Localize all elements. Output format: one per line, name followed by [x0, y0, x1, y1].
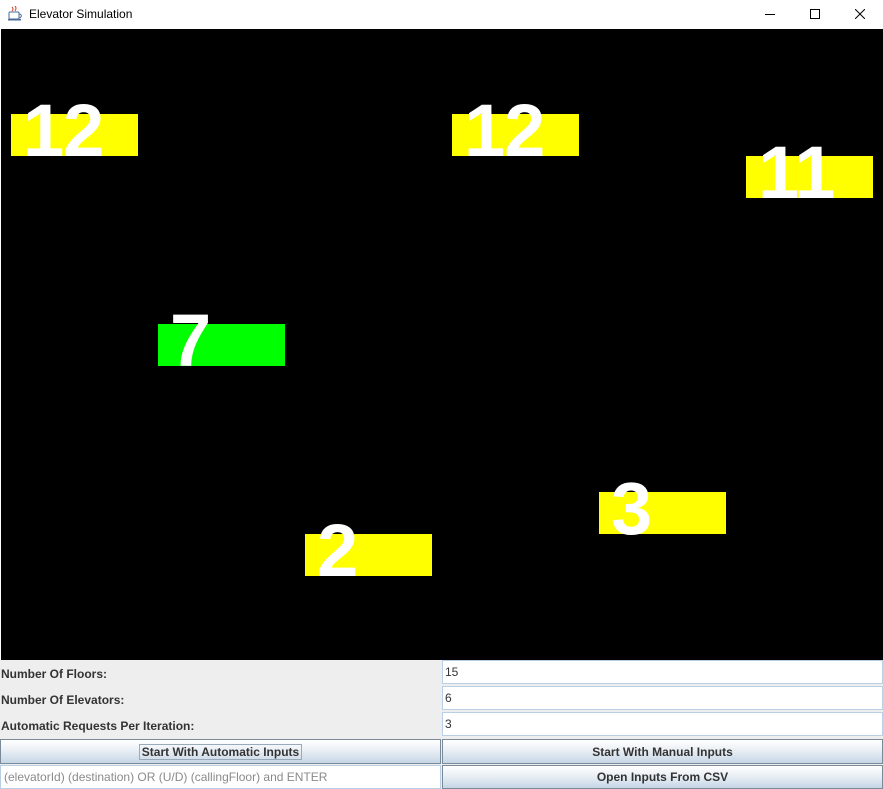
window-titlebar: Elevator Simulation — [0, 0, 883, 28]
minimize-button[interactable] — [747, 0, 793, 28]
requests-label: Automatic Requests Per Iteration: — [1, 719, 195, 733]
elevator-floor-number-3: 2 — [317, 509, 358, 592]
minimize-icon — [765, 14, 775, 15]
window-title: Elevator Simulation — [29, 7, 133, 21]
java-cup-icon — [8, 5, 22, 21]
elevators-label: Number Of Elevators: — [1, 693, 125, 707]
floors-label: Number Of Floors: — [1, 667, 108, 681]
elevator-floor-number-2: 7 — [170, 299, 211, 382]
simulation-canvas: 12 7 2 12 3 11 — [1, 29, 883, 660]
start-manual-button[interactable]: Start With Manual Inputs — [442, 739, 883, 764]
start-automatic-label: Start With Automatic Inputs — [138, 743, 303, 760]
open-csv-label: Open Inputs From CSV — [596, 770, 729, 784]
maximize-button[interactable] — [792, 0, 838, 28]
elevator-floor-number-5: 3 — [611, 467, 652, 550]
floors-field[interactable]: 15 — [442, 660, 883, 684]
start-manual-label: Start With Manual Inputs — [592, 744, 733, 759]
open-csv-button[interactable]: Open Inputs From CSV — [442, 765, 883, 789]
elevator-floor-number-1: 12 — [23, 89, 104, 172]
elevator-floor-number-4: 12 — [464, 89, 545, 172]
close-button[interactable] — [837, 0, 883, 28]
elevator-floor-number-6: 11 — [758, 131, 835, 214]
close-icon — [855, 9, 865, 19]
maximize-icon — [810, 9, 820, 19]
command-input[interactable]: (elevatorId) (destination) OR (U/D) (cal… — [0, 765, 441, 789]
elevators-field[interactable]: 6 — [442, 686, 883, 710]
start-automatic-button[interactable]: Start With Automatic Inputs — [0, 739, 441, 764]
requests-field[interactable]: 3 — [442, 712, 883, 736]
